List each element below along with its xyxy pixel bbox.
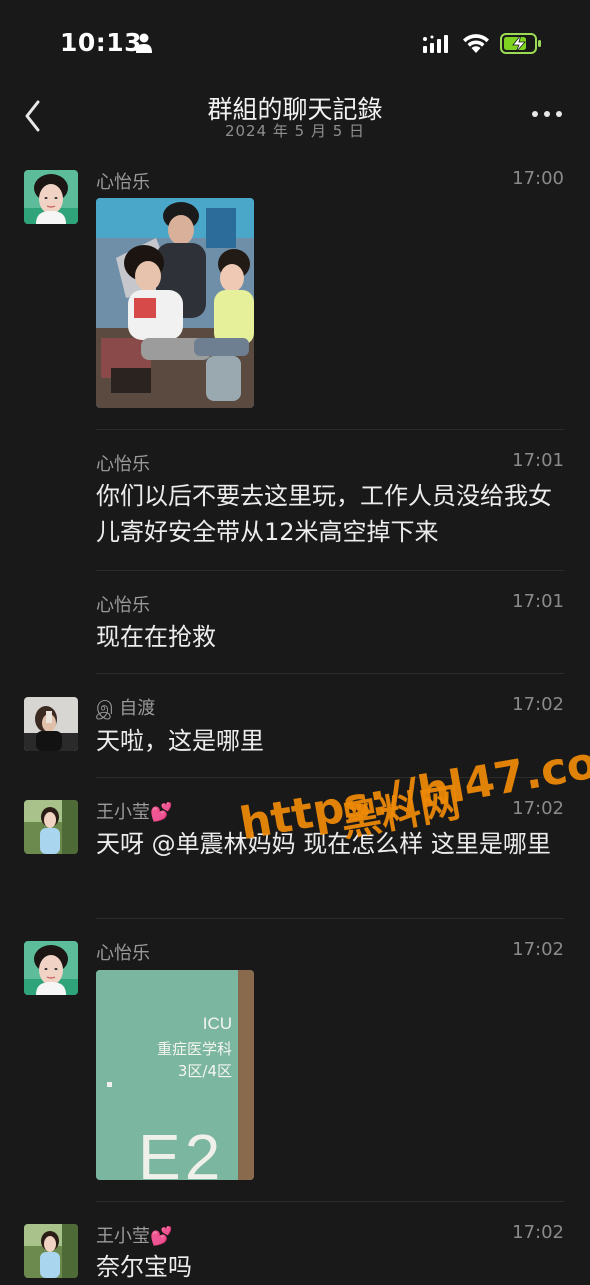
sender-name: 心怡乐 xyxy=(96,454,150,475)
sender-name: 王小莹💕 xyxy=(96,1226,173,1247)
message-time: 17:00 xyxy=(512,168,564,189)
sign-line-1: ICU xyxy=(202,1014,232,1033)
signal-icon xyxy=(423,35,448,53)
message-time: 17:01 xyxy=(512,450,564,471)
message-item: 王小莹💕 17:02 奈尔宝吗 xyxy=(0,1202,590,1281)
message-time: 17:02 xyxy=(512,939,564,960)
status-time: 10:13 xyxy=(60,28,143,57)
message-time: 17:01 xyxy=(512,591,564,612)
person-icon xyxy=(136,33,152,53)
photo-thumbnail[interactable]: ICU 重症医学科 3区/4区 E2 xyxy=(96,970,254,1180)
photo-thumbnail[interactable] xyxy=(96,198,254,408)
battery-charging-icon xyxy=(500,33,541,54)
avatar[interactable] xyxy=(24,1224,78,1278)
avatar[interactable] xyxy=(24,697,78,751)
sender-name: 心怡乐 xyxy=(96,595,150,616)
message-item: 心怡乐 17:02 ICU 重症医学科 3区/4区 E2 xyxy=(0,919,590,1201)
message-text: 你们以后不要去这里玩，工作人员没给我女儿寄好安全带从12米高空掉下来 xyxy=(96,482,552,546)
wifi-icon xyxy=(463,34,489,53)
sign-line-2: 重症医学科 xyxy=(156,1040,232,1058)
avatar[interactable] xyxy=(24,941,78,995)
sender-name: 王小莹💕 xyxy=(96,802,173,823)
status-bar: 10:13 xyxy=(0,0,590,88)
more-options-icon[interactable] xyxy=(530,104,564,124)
message-item: 心怡乐 17:01 你们以后不要去这里玩，工作人员没给我女儿寄好安全带从12米高… xyxy=(0,430,590,570)
sign-line-3: 3区/4区 xyxy=(177,1062,232,1080)
nav-bar: 群組的聊天記錄 2024 年 5 月 5 日 xyxy=(0,88,590,148)
sender-name: 心怡乐 xyxy=(96,943,150,964)
sign-line-4: E2 xyxy=(138,1121,225,1180)
message-item: 心怡乐 17:01 现在在抢救 xyxy=(0,571,590,673)
page-subtitle-date: 2024 年 5 月 5 日 xyxy=(224,122,366,140)
message-time: 17:02 xyxy=(512,694,564,715)
message-text: 现在在抢救 xyxy=(96,623,216,651)
avatar[interactable] xyxy=(24,170,78,224)
message-time: 17:02 xyxy=(512,1222,564,1243)
sender-name: இ 自渡 xyxy=(96,698,156,719)
sender-name: 心怡乐 xyxy=(96,172,150,193)
avatar[interactable] xyxy=(24,800,78,854)
message-item: 心怡乐 17:00 xyxy=(0,150,590,420)
